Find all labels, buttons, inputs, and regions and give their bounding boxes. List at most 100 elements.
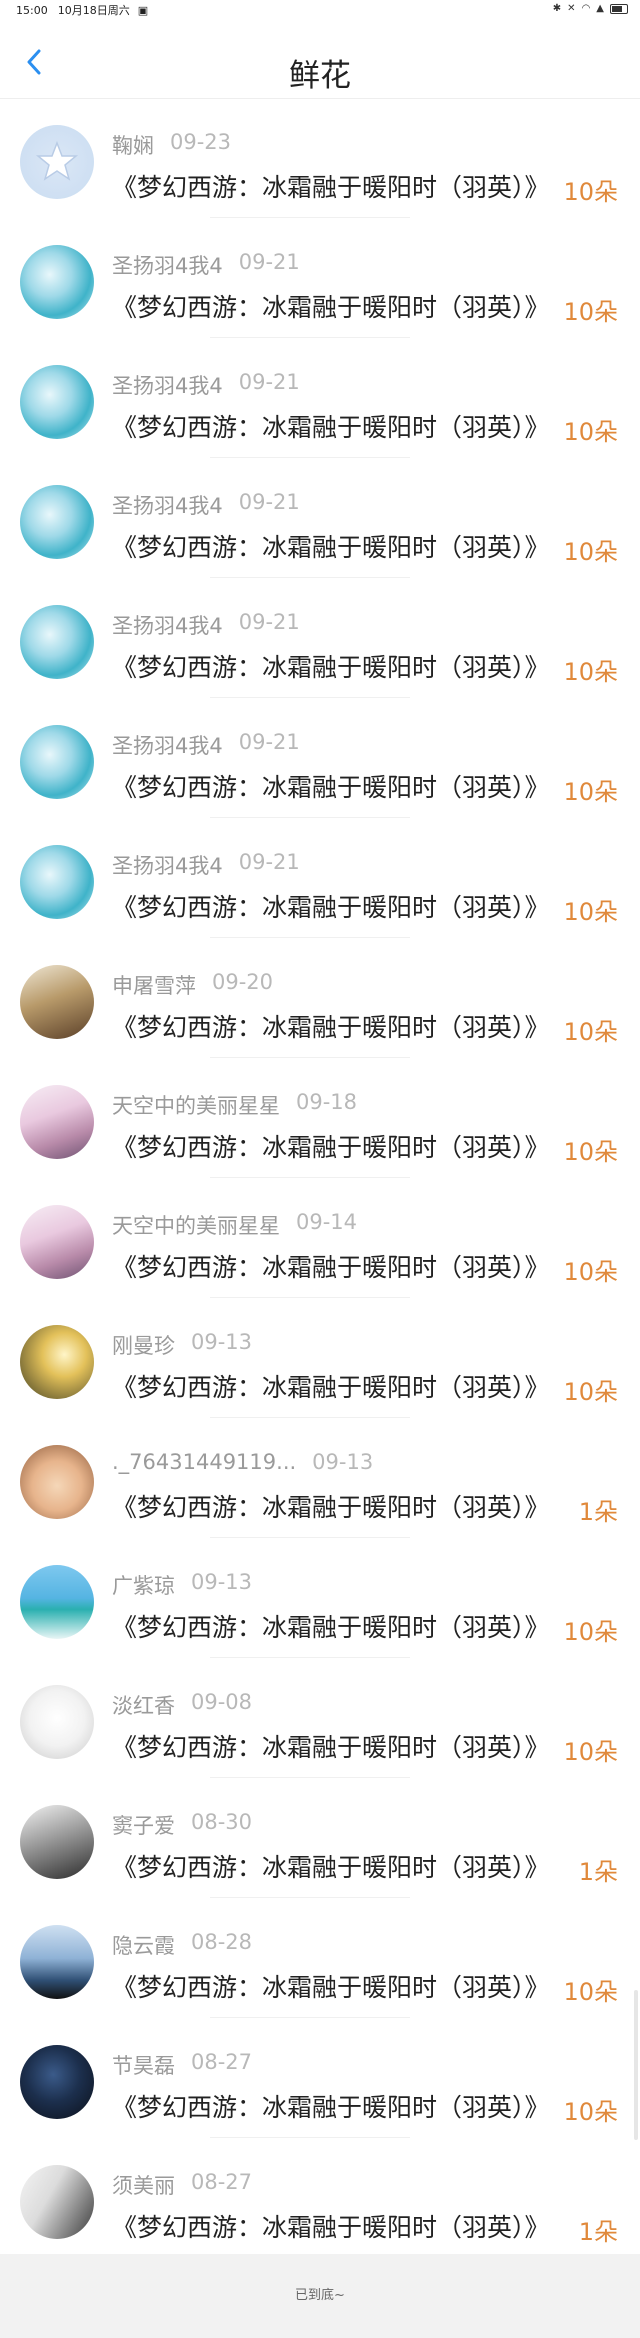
image-icon: ▣ [137,3,149,17]
send-date: 09-21 [238,250,300,274]
book-title: 《梦幻西游：冰霜融于暖阳时（羽英）》 [112,1973,550,2002]
mute-icon: ✕ [567,3,576,14]
list-item[interactable]: ._76431449119... 09-13 《梦幻西游：冰霜融于暖阳时（羽英）》 1… [0,1418,640,1538]
flower-count: 10朵 [563,1138,618,1166]
avatar[interactable] [20,1925,94,1999]
book-title: 《梦幻西游：冰霜融于暖阳时（羽英）》 [112,1733,550,1762]
list-end-footer: 已到底~ [0,2254,640,2338]
user-name: 圣扬羽4我4 [112,254,223,278]
send-date: 09-13 [191,1570,253,1594]
list-item[interactable]: 圣扬羽4我4 09-21 《梦幻西游：冰霜融于暖阳时（羽英）》 10朵 [0,458,640,578]
avatar[interactable] [20,1085,94,1159]
avatar[interactable] [20,2165,94,2239]
flower-count: 10朵 [563,1978,618,2006]
avatar[interactable] [20,1205,94,1279]
list-item[interactable]: 天空中的美丽星星 09-18 《梦幻西游：冰霜融于暖阳时（羽英）》 10朵 [0,1058,640,1178]
book-title: 《梦幻西游：冰霜融于暖阳时（羽英）》 [112,773,550,802]
list-item[interactable]: 圣扬羽4我4 09-21 《梦幻西游：冰霜融于暖阳时（羽英）》 10朵 [0,218,640,338]
book-title: 《梦幻西游：冰霜融于暖阳时（羽英）》 [112,653,550,682]
scrollbar[interactable] [634,1990,638,2140]
avatar[interactable] [20,725,94,799]
flower-count: 10朵 [563,898,618,926]
avatar[interactable] [20,1445,94,1519]
list-item[interactable]: 隐云霞 08-28 《梦幻西游：冰霜融于暖阳时（羽英）》 10朵 [0,1898,640,2018]
avatar[interactable] [20,845,94,919]
flower-count: 1朵 [578,1498,618,1526]
user-name: 广紫琼 [112,1574,175,1598]
status-date: 10月18日周六 [57,4,130,17]
user-name: 申屠雪萍 [112,974,196,998]
flower-count: 10朵 [563,658,618,686]
signal-icon: ▲ [596,3,604,14]
user-name: 圣扬羽4我4 [112,374,223,398]
user-name: 圣扬羽4我4 [112,734,223,758]
user-name: 圣扬羽4我4 [112,494,223,518]
avatar[interactable] [20,245,94,319]
avatar[interactable] [20,485,94,559]
status-icons: ✱ ✕ ◠ ▲ [553,3,628,14]
list-item[interactable]: 须美丽 08-27 《梦幻西游：冰霜融于暖阳时（羽英）》 1朵 [0,2138,640,2258]
list-item[interactable]: 淡红香 09-08 《梦幻西游：冰霜融于暖阳时（羽英）》 10朵 [0,1658,640,1778]
user-name: 节昊磊 [112,2054,175,2078]
list-item[interactable]: 节昊磊 08-27 《梦幻西游：冰霜融于暖阳时（羽英）》 10朵 [0,2018,640,2138]
avatar[interactable] [20,125,94,199]
book-title: 《梦幻西游：冰霜融于暖阳时（羽英）》 [112,1853,550,1882]
user-name: ._76431449119... [112,1450,297,1474]
user-name: 隐云霞 [112,1934,175,1958]
book-title: 《梦幻西游：冰霜融于暖阳时（羽英）》 [112,1613,550,1642]
user-name: 须美丽 [112,2174,175,2198]
flower-count: 10朵 [563,778,618,806]
user-name: 淡红香 [112,1694,175,1718]
user-name: 窦子爱 [112,1814,175,1838]
flower-count: 10朵 [563,2098,618,2126]
book-title: 《梦幻西游：冰霜融于暖阳时（羽英）》 [112,1253,550,1282]
send-date: 09-13 [312,1450,374,1474]
send-date: 09-14 [296,1210,358,1234]
send-date: 09-21 [238,610,300,634]
avatar[interactable] [20,365,94,439]
list-item[interactable]: 刚曼珍 09-13 《梦幻西游：冰霜融于暖阳时（羽英）》 10朵 [0,1298,640,1418]
avatar[interactable] [20,1685,94,1759]
list-item[interactable]: 圣扬羽4我4 09-21 《梦幻西游：冰霜融于暖阳时（羽英）》 10朵 [0,578,640,698]
send-date: 09-21 [238,850,300,874]
user-name: 天空中的美丽星星 [112,1094,280,1118]
avatar[interactable] [20,2045,94,2119]
flower-count: 10朵 [563,1018,618,1046]
list-item[interactable]: 申屠雪萍 09-20 《梦幻西游：冰霜融于暖阳时（羽英）》 10朵 [0,938,640,1058]
send-date: 08-27 [191,2170,253,2194]
avatar[interactable] [20,1805,94,1879]
user-name: 天空中的美丽星星 [112,1214,280,1238]
avatar[interactable] [20,1565,94,1639]
default-user-icon [35,140,79,181]
list-item[interactable]: 窦子爱 08-30 《梦幻西游：冰霜融于暖阳时（羽英）》 1朵 [0,1778,640,1898]
avatar[interactable] [20,1325,94,1399]
avatar[interactable] [20,605,94,679]
list-item[interactable]: 圣扬羽4我4 09-21 《梦幻西游：冰霜融于暖阳时（羽英）》 10朵 [0,698,640,818]
list-item[interactable]: 广紫琼 09-13 《梦幻西游：冰霜融于暖阳时（羽英）》 10朵 [0,1538,640,1658]
flower-count: 10朵 [563,298,618,326]
book-title: 《梦幻西游：冰霜融于暖阳时（羽英）》 [112,173,550,202]
list-item[interactable]: 圣扬羽4我4 09-21 《梦幻西游：冰霜融于暖阳时（羽英）》 10朵 [0,818,640,938]
book-title: 《梦幻西游：冰霜融于暖阳时（羽英）》 [112,293,550,322]
user-name: 刚曼珍 [112,1334,175,1358]
list-item[interactable]: 鞠娴 09-23 《梦幻西游：冰霜融于暖阳时（羽英）》 10朵 [0,98,640,218]
book-title: 《梦幻西游：冰霜融于暖阳时（羽英）》 [112,1373,550,1402]
user-name: 圣扬羽4我4 [112,614,223,638]
user-name: 圣扬羽4我4 [112,854,223,878]
user-name: 鞠娴 [112,134,154,158]
book-title: 《梦幻西游：冰霜融于暖阳时（羽英）》 [112,2213,550,2242]
page-title: 鲜花 [289,58,351,94]
send-date: 09-08 [191,1690,253,1714]
list-item[interactable]: 圣扬羽4我4 09-21 《梦幻西游：冰霜融于暖阳时（羽英）》 10朵 [0,338,640,458]
battery-icon [610,3,628,14]
send-date: 09-18 [296,1090,358,1114]
send-date: 08-27 [191,2050,253,2074]
nav-bar: 鲜花 [0,20,640,99]
avatar[interactable] [20,965,94,1039]
book-title: 《梦幻西游：冰霜融于暖阳时（羽英）》 [112,893,550,922]
flower-count: 10朵 [563,1738,618,1766]
flower-count: 10朵 [563,178,618,206]
status-time: 15:00 [16,3,48,17]
book-title: 《梦幻西游：冰霜融于暖阳时（羽英）》 [112,2093,550,2122]
list-item[interactable]: 天空中的美丽星星 09-14 《梦幻西游：冰霜融于暖阳时（羽英）》 10朵 [0,1178,640,1298]
